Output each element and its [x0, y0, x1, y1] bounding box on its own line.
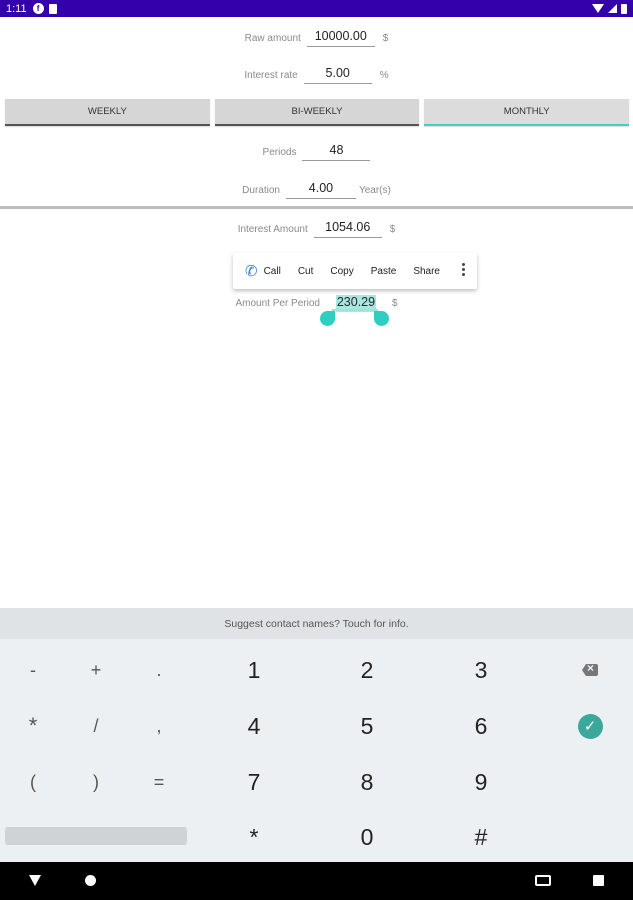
key-5[interactable]: 5	[342, 709, 392, 743]
checkmark-icon: ✓	[577, 713, 603, 739]
key-9[interactable]: 9	[456, 765, 506, 799]
raw-amount-row: Raw amount 10000.00 $	[0, 29, 633, 47]
interest-amount-row: Interest Amount 1054.06 $	[0, 220, 633, 238]
menu-copy[interactable]: Copy	[330, 266, 353, 277]
key-slash[interactable]: /	[76, 711, 116, 741]
key-2[interactable]: 2	[342, 653, 392, 687]
raw-amount-field[interactable]: 10000.00	[306, 29, 375, 47]
key-asterisk[interactable]: *	[13, 711, 53, 741]
interest-rate-field[interactable]: 5.00	[303, 66, 372, 84]
menu-share[interactable]: Share	[413, 266, 440, 277]
text-selection-menu: ✆ Call Cut Copy Paste Share	[233, 253, 477, 289]
interest-rate-row: Interest rate 5.00 %	[0, 66, 633, 84]
key-minus[interactable]: -	[13, 655, 53, 685]
key-6[interactable]: 6	[456, 709, 506, 743]
raw-amount-label: Raw amount	[244, 32, 301, 44]
more-options-icon[interactable]	[462, 263, 465, 276]
key-0[interactable]: 0	[342, 820, 392, 854]
key-close-paren[interactable]: )	[76, 767, 116, 797]
amount-per-period-unit: $	[391, 298, 398, 309]
key-equals[interactable]: =	[139, 767, 179, 797]
frequency-button-group: WEEKLY BI-WEEKLY MONTHLY	[5, 99, 630, 126]
key-star[interactable]: *	[229, 820, 279, 854]
interest-rate-unit: %	[379, 69, 389, 81]
periods-label: Periods	[262, 146, 297, 158]
selection-handle-start[interactable]	[320, 311, 335, 326]
key-4[interactable]: 4	[229, 709, 279, 743]
key-1[interactable]: 1	[229, 653, 279, 687]
enter-key[interactable]: ✓	[570, 711, 610, 741]
duration-field[interactable]: 4.00	[285, 181, 356, 199]
menu-cut[interactable]: Cut	[298, 266, 314, 277]
section-divider	[0, 206, 633, 209]
backspace-key[interactable]	[570, 655, 610, 685]
phone-icon[interactable]: ✆	[245, 262, 258, 280]
duration-unit: Year(s)	[358, 184, 391, 196]
key-8[interactable]: 8	[342, 765, 392, 799]
menu-paste[interactable]: Paste	[371, 266, 397, 277]
keyboard-switch-icon[interactable]	[535, 875, 551, 886]
key-open-paren[interactable]: (	[13, 767, 53, 797]
raw-amount-unit: $	[382, 32, 389, 44]
battery-icon	[621, 3, 627, 14]
selection-handle-end[interactable]	[374, 311, 389, 326]
periods-field[interactable]: 48	[302, 143, 371, 161]
key-hash[interactable]: #	[456, 820, 506, 854]
amount-per-period-label: Amount Per Period	[235, 298, 320, 309]
key-plus[interactable]: +	[76, 655, 116, 685]
duration-label: Duration	[242, 184, 280, 196]
notification-icon: f	[32, 3, 44, 14]
amount-per-period-row: Amount Per Period 230.29 $	[0, 295, 633, 312]
wifi-icon	[592, 4, 604, 13]
monthly-button[interactable]: MONTHLY	[424, 99, 630, 126]
menu-call[interactable]: Call	[264, 266, 281, 277]
key-3[interactable]: 3	[456, 653, 506, 687]
back-icon[interactable]	[29, 875, 41, 886]
interest-amount-field[interactable]: 1054.06	[313, 220, 382, 238]
space-key[interactable]	[5, 827, 187, 845]
selection-underline	[332, 309, 378, 311]
recents-icon[interactable]	[593, 875, 604, 886]
interest-rate-label: Interest rate	[244, 69, 298, 81]
interest-amount-label: Interest Amount	[237, 223, 308, 235]
sim-card-icon	[48, 3, 57, 14]
signal-icon	[608, 4, 617, 13]
home-icon[interactable]	[85, 875, 96, 886]
key-7[interactable]: 7	[229, 765, 279, 799]
navigation-bar	[0, 862, 633, 900]
interest-amount-unit: $	[389, 223, 396, 235]
backspace-icon	[582, 664, 598, 676]
keyboard-suggestion-bar[interactable]: Suggest contact names? Touch for info.	[0, 608, 633, 639]
clock: 1:11	[6, 2, 27, 15]
key-comma[interactable]: ,	[139, 711, 179, 741]
duration-row: Duration 4.00 Year(s)	[0, 181, 633, 199]
key-period[interactable]: .	[139, 655, 179, 685]
numeric-keyboard: Suggest contact names? Touch for info. -…	[0, 608, 633, 862]
weekly-button[interactable]: WEEKLY	[5, 99, 210, 126]
periods-row: Periods 48	[0, 143, 633, 161]
status-bar: 1:11 f	[0, 0, 633, 17]
bi-weekly-button[interactable]: BI-WEEKLY	[214, 99, 420, 126]
